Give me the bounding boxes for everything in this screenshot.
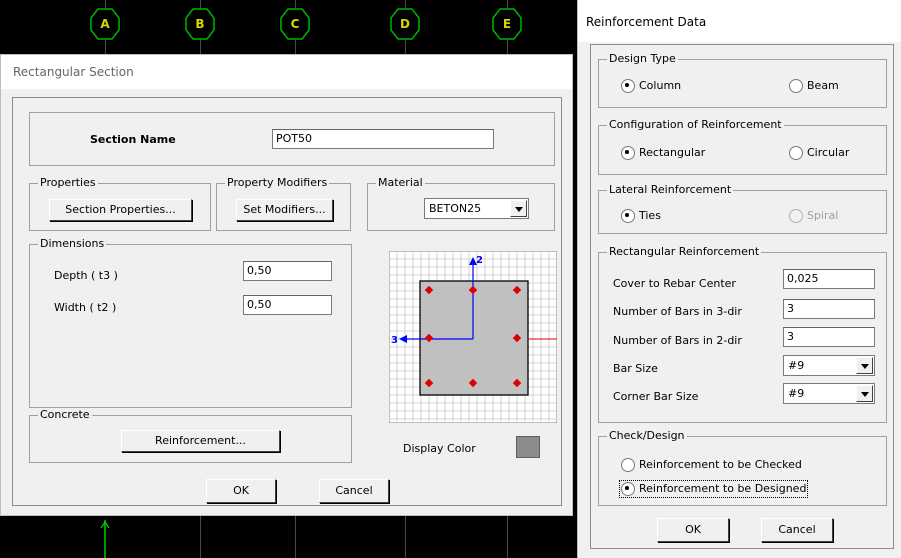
material-value: BETON25 bbox=[429, 202, 482, 215]
bars-3-dir-label: Number of Bars in 3-dir bbox=[613, 305, 742, 318]
corner-bar-size-label: Corner Bar Size bbox=[613, 390, 699, 403]
cover-input[interactable]: 0,025 bbox=[783, 269, 875, 289]
grid-bubble-c[interactable]: C bbox=[280, 8, 310, 40]
axis-2-label: 2 bbox=[476, 255, 483, 266]
bar-size-select[interactable]: #9 bbox=[783, 355, 875, 376]
chevron-down-icon[interactable] bbox=[510, 200, 527, 217]
property-modifiers-legend: Property Modifiers bbox=[225, 176, 330, 190]
set-modifiers-button[interactable]: Set Modifiers... bbox=[236, 199, 333, 221]
bar-size-value: #9 bbox=[788, 359, 805, 372]
bars-2-dir-label: Number of Bars in 2-dir bbox=[613, 334, 742, 347]
concrete-legend: Concrete bbox=[38, 408, 92, 422]
design-type-group: Design Type Column Beam bbox=[598, 52, 887, 108]
material-group: Material BETON25 bbox=[367, 176, 555, 231]
display-color-label: Display Color bbox=[403, 442, 476, 455]
rect-reinf-legend: Rectangular Reinforcement bbox=[607, 245, 762, 259]
properties-group: Properties Section Properties... bbox=[29, 176, 211, 231]
material-legend: Material bbox=[376, 176, 425, 190]
section-properties-button[interactable]: Section Properties... bbox=[49, 199, 192, 221]
dialog-title: Rectangular Section bbox=[1, 55, 572, 89]
axis-3-label: 3 bbox=[391, 335, 398, 346]
display-color-swatch[interactable] bbox=[516, 436, 540, 458]
grid-bubble-a[interactable]: A bbox=[90, 8, 120, 40]
radio-to-be-designed[interactable]: Reinforcement to be Designed bbox=[618, 480, 809, 498]
width-input[interactable]: 0,50 bbox=[243, 295, 332, 315]
dimensions-legend: Dimensions bbox=[38, 237, 107, 251]
green-axis-arrow-icon bbox=[100, 520, 110, 558]
radio-column[interactable]: Column bbox=[621, 79, 681, 93]
properties-legend: Properties bbox=[38, 176, 98, 190]
radio-rectangular[interactable]: Rectangular bbox=[621, 146, 705, 160]
design-type-legend: Design Type bbox=[607, 52, 678, 66]
concrete-group: Concrete Reinforcement... bbox=[29, 408, 352, 463]
width-label: Width ( t2 ) bbox=[54, 301, 117, 314]
corner-bar-size-select[interactable]: #9 bbox=[783, 383, 875, 404]
ok-button[interactable]: OK bbox=[657, 518, 729, 542]
radio-spiral: Spiral bbox=[789, 209, 838, 223]
grid-line bbox=[405, 516, 406, 558]
ok-button[interactable]: OK bbox=[206, 479, 276, 503]
radio-circular[interactable]: Circular bbox=[789, 146, 849, 160]
chevron-down-icon[interactable] bbox=[856, 385, 873, 402]
grid-bubble-b[interactable]: B bbox=[185, 8, 215, 40]
check-design-group: Check/Design Reinforcement to be Checked… bbox=[598, 429, 887, 506]
configuration-legend: Configuration of Reinforcement bbox=[607, 118, 784, 132]
dimensions-group: Dimensions Depth ( t3 ) 0,50 Width ( t2 … bbox=[29, 237, 352, 408]
configuration-group: Configuration of Reinforcement Rectangul… bbox=[598, 118, 887, 175]
dialog-body: Section Name POT50 Properties Section Pr… bbox=[12, 97, 562, 506]
cancel-button[interactable]: Cancel bbox=[319, 479, 389, 503]
bars-2-dir-input[interactable]: 3 bbox=[783, 327, 875, 347]
rectangular-section-dialog: Rectangular Section Section Name POT50 P… bbox=[0, 54, 573, 516]
dialog-title: Reinforcement Data bbox=[578, 0, 901, 42]
property-modifiers-group: Property Modifiers Set Modifiers... bbox=[216, 176, 351, 231]
grid-line bbox=[295, 516, 296, 558]
section-name-label: Section Name bbox=[90, 133, 176, 146]
bar-size-label: Bar Size bbox=[613, 362, 658, 375]
grid-bubble-d[interactable]: D bbox=[390, 8, 420, 40]
material-select[interactable]: BETON25 bbox=[424, 198, 529, 219]
lateral-reinforcement-group: Lateral Reinforcement Ties Spiral bbox=[598, 183, 887, 234]
chevron-down-icon[interactable] bbox=[856, 357, 873, 374]
dialog-body: Design Type Column Beam Configuration of… bbox=[590, 44, 894, 549]
reinforcement-data-dialog: Reinforcement Data Design Type Column Be… bbox=[577, 0, 901, 558]
grid-line bbox=[507, 516, 508, 558]
lateral-legend: Lateral Reinforcement bbox=[607, 183, 734, 197]
depth-label: Depth ( t3 ) bbox=[54, 269, 118, 282]
grid-line bbox=[200, 516, 201, 558]
radio-beam[interactable]: Beam bbox=[789, 79, 839, 93]
section-name-input[interactable]: POT50 bbox=[272, 129, 494, 149]
depth-input[interactable]: 0,50 bbox=[243, 261, 332, 281]
check-design-legend: Check/Design bbox=[607, 429, 687, 443]
section-name-panel: Section Name POT50 bbox=[29, 112, 555, 166]
section-preview: 2 3 bbox=[389, 251, 557, 423]
bars-3-dir-input[interactable]: 3 bbox=[783, 299, 875, 319]
radio-ties[interactable]: Ties bbox=[621, 209, 661, 223]
corner-bar-size-value: #9 bbox=[788, 387, 805, 400]
radio-to-be-checked[interactable]: Reinforcement to be Checked bbox=[621, 458, 802, 472]
grid-bubble-e[interactable]: E bbox=[492, 8, 522, 40]
cancel-button[interactable]: Cancel bbox=[761, 518, 833, 542]
rectangular-reinforcement-group: Rectangular Reinforcement Cover to Rebar… bbox=[598, 245, 887, 423]
cover-label: Cover to Rebar Center bbox=[613, 277, 736, 290]
reinforcement-button[interactable]: Reinforcement... bbox=[121, 430, 280, 452]
